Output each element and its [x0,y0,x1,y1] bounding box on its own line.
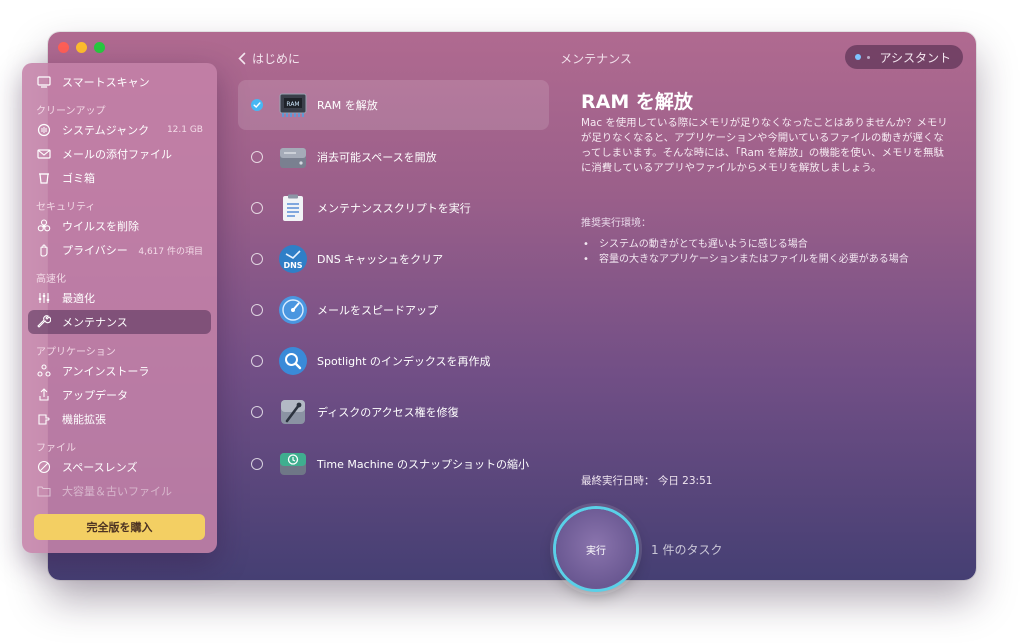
sidebar-item-space-lens[interactable]: スペースレンズ [28,455,211,479]
recommended-heading: 推奨実行環境： [581,218,651,229]
mail-speed-icon [278,295,308,325]
buy-full-version-button[interactable]: 完全版を購入 [34,514,205,540]
sidebar-item-label: アンインストーラ [62,365,150,378]
dns-icon: DNS [278,244,308,274]
task-checkbox[interactable] [251,202,263,214]
task-label: Time Machine のスナップショットの縮小 [317,458,529,471]
task-checkbox[interactable] [251,99,263,111]
task-checkbox[interactable] [251,458,263,470]
section-security: セキュリティ [36,202,96,213]
sidebar-item-label: ゴミ箱 [62,172,95,185]
task-thin-time-machine[interactable]: Time Machine のスナップショットの縮小 [238,439,549,489]
assistant-button[interactable]: アシスタント [845,45,963,69]
detail-title: RAM を解放 [581,91,693,113]
sidebar-item-uninstaller[interactable]: アンインストーラ [28,359,211,383]
task-label: DNS キャッシュをクリア [317,253,444,266]
updater-icon [36,387,52,403]
task-speed-up-mail[interactable]: メールをスピードアップ [238,285,549,335]
task-checkbox[interactable] [251,151,263,163]
run-button[interactable]: 実行 [556,509,636,589]
lens-icon [36,459,52,475]
monitor-icon [36,74,52,90]
task-checkbox[interactable] [251,253,263,265]
last-run-info: 最終実行日時： 今日 23:51 [581,475,713,487]
sidebar-item-maintenance[interactable]: メンテナンス [28,310,211,334]
disk-repair-icon [278,397,308,427]
sidebar-item-trash[interactable]: ゴミ箱 [28,166,211,190]
sidebar-item-large-old-files[interactable]: 大容量＆古いファイル [28,479,211,503]
junk-size: 12.1 GB [166,125,203,135]
task-maintenance-scripts[interactable]: メンテナンススクリプトを実行 [238,183,549,233]
clipboard-icon [278,193,308,223]
ram-chip-icon: RAM [278,90,308,120]
sidebar-item-label: メールの添付ファイル [62,148,172,161]
sidebar-item-label: アップデータ [62,389,128,402]
junk-icon [36,122,52,138]
sidebar-item-updater[interactable]: アップデータ [28,383,211,407]
sidebar-item-privacy[interactable]: プライバシー 4,617 件の項目 [28,238,211,262]
sliders-icon [36,290,52,306]
section-cleanup: クリーンアップ [36,106,106,117]
sidebar-item-label: スマートスキャン [62,76,150,89]
task-purgeable-space[interactable]: 消去可能スペースを開放 [238,132,549,182]
section-files: ファイル [36,443,76,454]
task-label: メールをスピードアップ [317,304,438,317]
sidebar-item-label: スペースレンズ [62,461,138,474]
sidebar: スマートスキャン クリーンアップ システムジャンク 12.1 GB メールの添付… [22,63,217,553]
task-checkbox[interactable] [251,304,263,316]
spotlight-search-icon [278,346,308,376]
mail-icon [36,146,52,162]
sidebar-item-label: プライバシー [62,244,128,257]
task-label: メンテナンススクリプトを実行 [317,202,471,215]
task-label: RAM を解放 [317,99,378,112]
task-free-ram[interactable]: RAM RAM を解放 [238,80,549,130]
task-repair-permissions[interactable]: ディスクのアクセス権を修復 [238,387,549,437]
section-speed: 高速化 [36,274,66,285]
task-checkbox[interactable] [251,355,263,367]
sidebar-item-label: 機能拡張 [62,413,106,426]
sidebar-item-label: システムジャンク [62,124,150,137]
disk-icon [278,142,308,172]
trash-icon [36,170,52,186]
extensions-icon [36,411,52,427]
biohazard-icon [36,218,52,234]
svg-text:DNS: DNS [283,261,302,270]
sidebar-item-label: 大容量＆古いファイル [62,485,172,498]
task-label: 消去可能スペースを開放 [317,151,437,164]
section-apps: アプリケーション [36,347,116,358]
folder-icon [36,483,52,499]
sidebar-item-extensions[interactable]: 機能拡張 [28,407,211,431]
task-label: ディスクのアクセス権を修復 [317,406,459,419]
task-reindex-spotlight[interactable]: Spotlight のインデックスを再作成 [238,336,549,386]
recommended-item: • システムの動きがとても遅いように感じる場合 [583,239,808,250]
run-button-label: 実行 [586,545,606,557]
sidebar-item-label: ウイルスを削除 [62,220,139,233]
assistant-label: アシスタント [879,50,951,65]
assistant-status-icon [855,54,862,60]
sidebar-item-optimization[interactable]: 最適化 [28,286,211,310]
hand-icon [36,242,52,258]
sidebar-item-label: メンテナンス [62,316,128,329]
svg-text:RAM: RAM [286,101,299,108]
detail-description: Mac を使用している際にメモリが足りなくなったことはありませんか？メモリが足り… [581,117,948,174]
task-checkbox[interactable] [251,406,263,418]
task-count: 1 件のタスク [651,543,723,557]
task-label: Spotlight のインデックスを再作成 [317,355,491,368]
uninstaller-icon [36,363,52,379]
privacy-count: 4,617 件の項目 [138,246,203,257]
sidebar-item-mail-attachments[interactable]: メールの添付ファイル [28,142,211,166]
assistant-dot-icon [867,55,871,59]
task-flush-dns[interactable]: DNS DNS キャッシュをクリア [238,234,549,284]
time-machine-icon [278,449,308,479]
wrench-icon [36,314,52,330]
sidebar-item-malware[interactable]: ウイルスを削除 [28,214,211,238]
sidebar-item-label: 最適化 [62,292,95,305]
sidebar-item-system-junk[interactable]: システムジャンク 12.1 GB [28,118,211,142]
sidebar-item-smart-scan[interactable]: スマートスキャン [28,70,211,94]
recommended-item: • 容量の大きなアプリケーションまたはファイルを開く必要がある場合 [583,254,909,265]
